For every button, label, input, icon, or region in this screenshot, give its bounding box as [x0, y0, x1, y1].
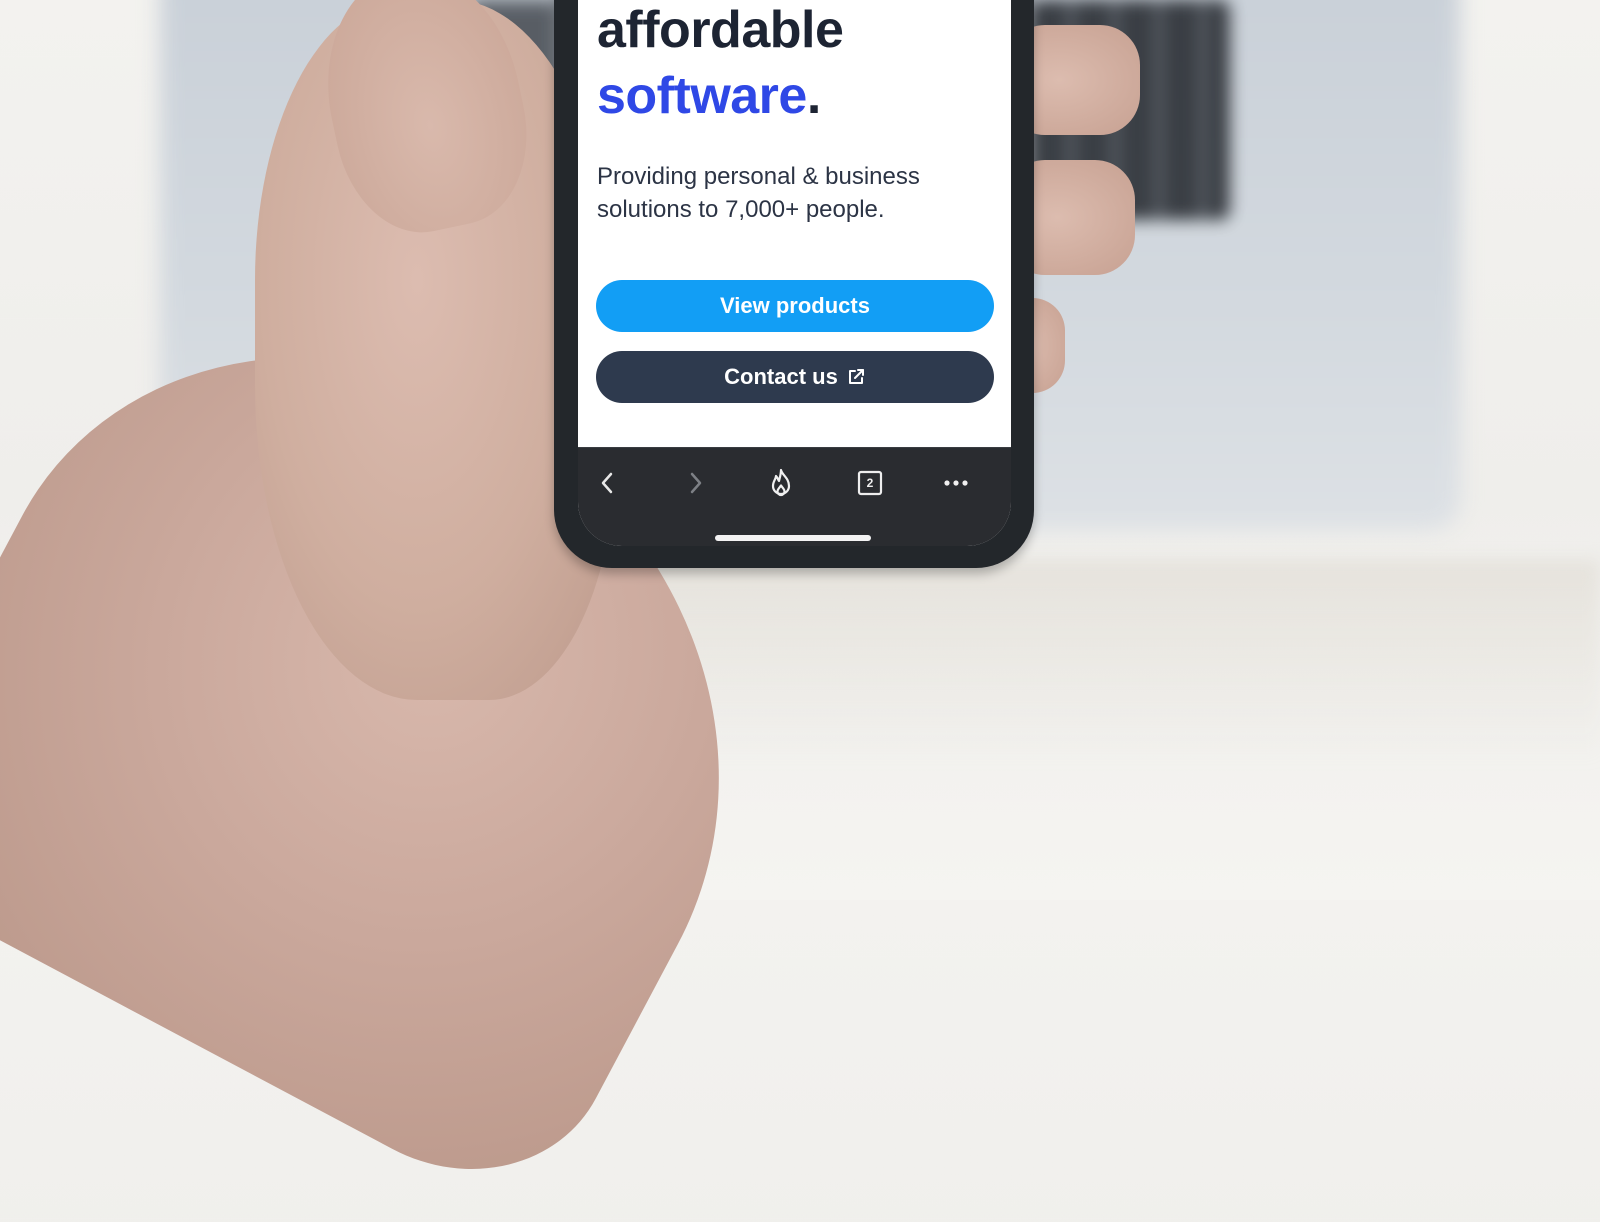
contact-us-button[interactable]: Contact us	[596, 351, 994, 403]
forward-icon[interactable]	[681, 468, 711, 498]
back-icon[interactable]	[592, 468, 622, 498]
tabs-icon[interactable]: 2	[855, 468, 885, 498]
hero-headline-line2: software.	[597, 66, 821, 126]
external-link-icon	[848, 369, 864, 384]
contact-us-label: Contact us	[724, 364, 838, 389]
hero-subtitle: Providing personal & business solutions …	[597, 163, 920, 223]
view-products-label: View products	[720, 293, 870, 318]
hero-period: .	[806, 67, 821, 125]
view-products-button[interactable]: View products	[596, 280, 994, 332]
hero-headline-line1: affordable	[597, 1, 844, 59]
hero-accent-word: software	[597, 67, 807, 125]
flame-icon[interactable]	[766, 468, 796, 498]
browser-toolbar: 2	[578, 447, 1011, 546]
tabs-count: 2	[866, 476, 874, 490]
phone-screen: affordable software. Providing personal …	[578, 0, 1011, 546]
home-indicator	[715, 535, 871, 541]
more-icon[interactable]	[941, 468, 971, 498]
